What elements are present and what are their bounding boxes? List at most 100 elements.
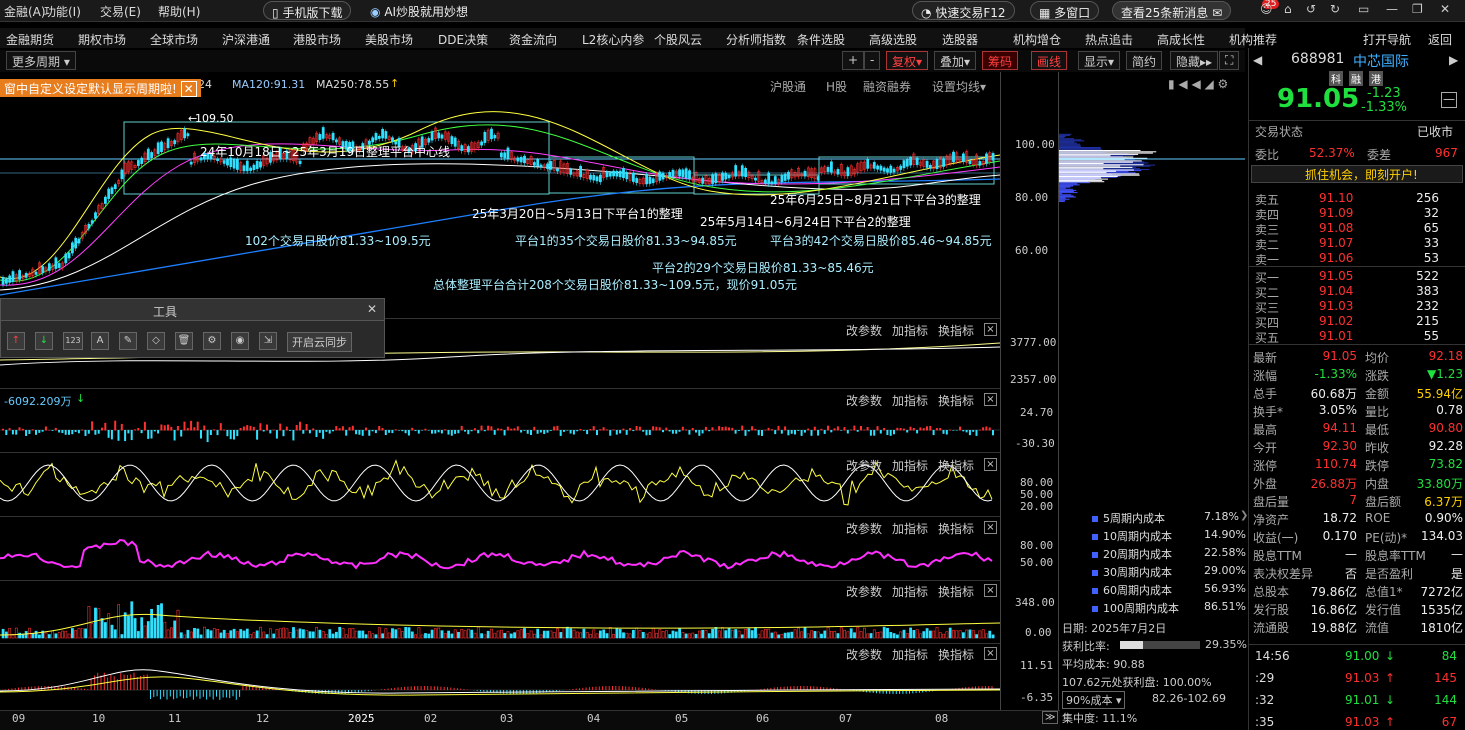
nav-item-adv-screener[interactable]: 高级选股 — [869, 31, 917, 48]
quick-trade-button[interactable]: ◔ 快速交易F12 — [912, 1, 1015, 20]
edit-params-button[interactable]: 改参数 — [846, 392, 882, 409]
adjust-button[interactable]: 复权▾ — [886, 51, 929, 70]
add-indicator-button[interactable]: 加指标 — [892, 520, 928, 537]
menu-finance[interactable]: 金融(A) — [4, 3, 46, 20]
edit-params-button[interactable]: 改参数 — [846, 520, 882, 537]
nav-item-us[interactable]: 美股市场 — [365, 31, 413, 48]
switch-indicator-button[interactable]: 换指标 — [938, 392, 974, 409]
export-icon[interactable]: ⇲ — [259, 332, 277, 350]
chip-button[interactable]: 筹码 — [982, 51, 1019, 70]
nav-item-growth[interactable]: 高成长性 — [1157, 31, 1205, 48]
edit-params-button[interactable]: 改参数 — [846, 583, 882, 600]
number-icon[interactable]: 123 — [63, 332, 83, 350]
ma-settings-button[interactable]: 设置均线▾ — [932, 78, 986, 95]
open-account-text[interactable]: 抓住机会，即刻开户! — [1305, 166, 1418, 183]
zoom-in-button[interactable]: + — [842, 51, 865, 70]
add-indicator-button[interactable]: 加指标 — [892, 457, 928, 474]
text-icon[interactable]: A — [91, 332, 109, 350]
collapse-button[interactable]: — — [1441, 92, 1457, 108]
close-panel-icon[interactable]: × — [984, 584, 997, 597]
close-panel-icon[interactable]: × — [984, 647, 997, 660]
redo-icon[interactable]: ↻ — [1330, 2, 1340, 16]
close-panel-icon[interactable]: × — [984, 323, 997, 336]
close-panel-icon[interactable]: × — [984, 393, 997, 406]
edit-params-button[interactable]: 改参数 — [846, 457, 882, 474]
cost-select[interactable]: 90%成本 ▾ — [1062, 691, 1126, 709]
close-panel-icon[interactable]: × — [984, 458, 997, 471]
undo-icon[interactable]: ↺ — [1306, 2, 1316, 16]
nav-item-analyst[interactable]: 分析师指数 — [726, 31, 786, 48]
nav-item-hotspot[interactable]: 热点追击 — [1085, 31, 1133, 48]
settings-icon[interactable]: ⚙ — [203, 332, 221, 350]
up-mark-icon[interactable]: ↑ — [7, 332, 25, 350]
minimize-icon[interactable]: — — [1386, 2, 1398, 16]
edit-params-button[interactable]: 改参数 — [846, 646, 882, 663]
add-indicator-button[interactable]: 加指标 — [892, 392, 928, 409]
nav-item-inst-rec[interactable]: 机构推荐 — [1229, 31, 1277, 48]
period-select[interactable]: 更多周期 ▾ — [6, 51, 76, 70]
nav-item-futures[interactable]: 金融期货 — [6, 31, 54, 48]
prev-stock-icon[interactable]: ◀ — [1253, 53, 1262, 67]
nav-item-global[interactable]: 全球市场 — [150, 31, 198, 48]
nav-item-inst-add[interactable]: 机构增仓 — [1013, 31, 1061, 48]
nav-item-stockcloud[interactable]: 个股风云 — [654, 31, 702, 48]
close-panel-icon[interactable]: × — [984, 521, 997, 534]
trash-icon[interactable]: 🗑 — [175, 332, 193, 350]
nav-item-flow[interactable]: 资金流向 — [509, 31, 557, 48]
candle — [34, 271, 38, 275]
margin-link[interactable]: 融资融券 — [863, 78, 911, 95]
open-nav-button[interactable]: 打开导航 — [1363, 31, 1411, 48]
panel-toggle-icon[interactable]: ❯ — [1240, 510, 1248, 521]
switch-indicator-button[interactable]: 换指标 — [938, 457, 974, 474]
hide-button[interactable]: 隐藏▸▸ — [1170, 51, 1219, 70]
multi-window-button[interactable]: ▦ 多窗口 — [1030, 1, 1100, 20]
avatar-icon[interactable]: ☺ — [1260, 2, 1273, 16]
switch-indicator-button[interactable]: 换指标 — [938, 646, 974, 663]
display-button[interactable]: 显示▾ — [1078, 51, 1121, 70]
switch-indicator-button[interactable]: 换指标 — [938, 322, 974, 339]
next-stock-icon[interactable]: ▶ — [1449, 53, 1458, 67]
zoom-out-button[interactable]: - — [864, 51, 881, 70]
tool-window-close-icon[interactable]: ✕ — [367, 302, 377, 316]
add-indicator-button[interactable]: 加指标 — [892, 646, 928, 663]
ai-button[interactable]: ◉ AI炒股就用妙想 — [362, 1, 476, 20]
nav-item-connect[interactable]: 沪深港通 — [222, 31, 270, 48]
flow-bar — [635, 425, 638, 431]
down-mark-icon[interactable]: ↓ — [35, 332, 53, 350]
add-indicator-button[interactable]: 加指标 — [892, 583, 928, 600]
menu-function[interactable]: 功能(I) — [44, 3, 81, 20]
switch-indicator-button[interactable]: 换指标 — [938, 520, 974, 537]
tool-window-header[interactable] — [1, 299, 384, 321]
news-button[interactable]: 查看25条新消息 ✉ — [1112, 1, 1232, 20]
fullscreen-icon[interactable]: ⛶ — [1219, 51, 1240, 70]
back-button[interactable]: 返回 — [1428, 31, 1452, 48]
chip-tools-icons[interactable]: ▮ ◀ ◀ ◢ ⚙ — [1168, 77, 1228, 91]
mobile-download-button[interactable]: ▯ 手机版下载 — [263, 1, 352, 20]
cloud-sync-button[interactable]: 开启云同步 — [287, 332, 352, 352]
add-indicator-button[interactable]: 加指标 — [892, 322, 928, 339]
skin-icon[interactable]: ▭ — [1358, 2, 1369, 16]
restore-icon[interactable]: ❐ — [1412, 2, 1423, 16]
nav-item-picker[interactable]: 选股器 — [942, 31, 978, 48]
pen-icon[interactable]: ✎ — [119, 332, 137, 350]
hgt-link[interactable]: 沪股通 — [770, 78, 806, 95]
menu-trade[interactable]: 交易(E) — [100, 3, 141, 20]
close-icon[interactable]: ✕ — [1440, 2, 1450, 16]
edit-params-button[interactable]: 改参数 — [846, 322, 882, 339]
draw-button[interactable]: 画线 — [1031, 51, 1068, 70]
nav-item-dde[interactable]: DDE决策 — [438, 31, 488, 48]
nav-item-hk[interactable]: 港股市场 — [293, 31, 341, 48]
nav-item-l2[interactable]: L2核心内参 — [582, 31, 644, 48]
home-icon[interactable]: ⌂ — [1284, 2, 1292, 16]
eye-icon[interactable]: ◉ — [231, 332, 249, 350]
nav-item-screener[interactable]: 条件选股 — [797, 31, 845, 48]
tool-window[interactable]: 工具 ✕ ↑ ↓ 123 A ✎ ◇ 🗑 ⚙ ◉ ⇲ 开启云同步 — [0, 298, 385, 358]
switch-indicator-button[interactable]: 换指标 — [938, 583, 974, 600]
menu-help[interactable]: 帮助(H) — [158, 3, 200, 20]
nav-item-options[interactable]: 期权市场 — [78, 31, 126, 48]
simple-button[interactable]: 简约 — [1126, 51, 1163, 70]
overlay-button[interactable]: 叠加▾ — [934, 51, 977, 70]
eraser-icon[interactable]: ◇ — [147, 332, 165, 350]
h-share-link[interactable]: H股 — [826, 78, 847, 95]
scroll-right-button[interactable]: ≫ — [1042, 711, 1059, 724]
